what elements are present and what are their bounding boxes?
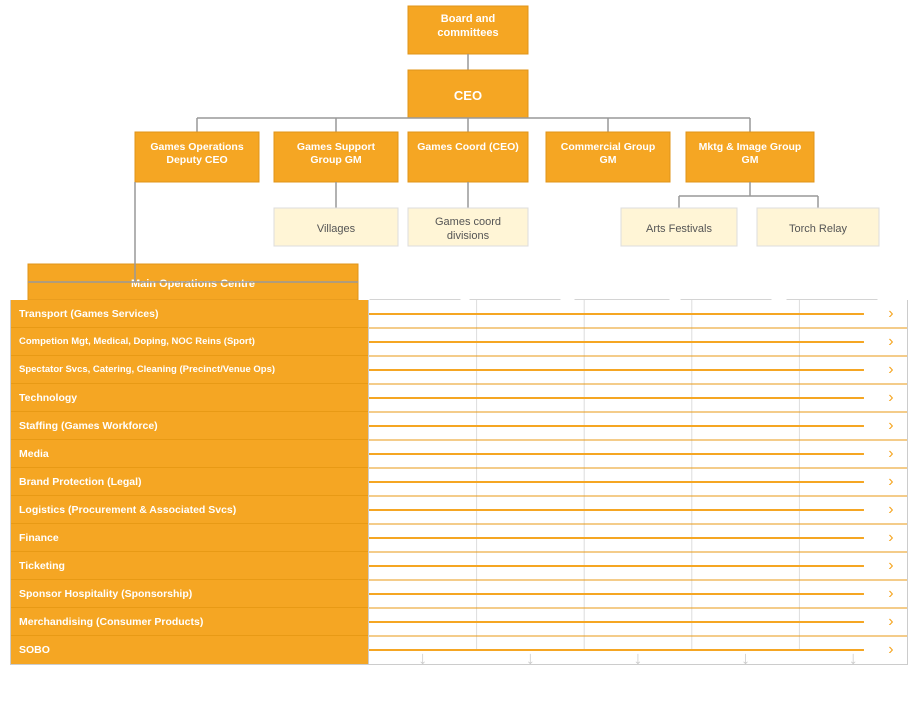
- svg-text:↓: ↓: [741, 648, 750, 664]
- svg-text:›: ›: [888, 585, 893, 602]
- svg-text:↓: ↓: [634, 648, 643, 664]
- functional-grid: › › › › › › ›: [369, 300, 907, 664]
- svg-text:›: ›: [888, 501, 893, 518]
- svg-text:›: ›: [888, 305, 893, 322]
- svg-text:GM: GM: [600, 154, 617, 166]
- svg-text:›: ›: [888, 389, 893, 406]
- svg-text:CEO: CEO: [454, 88, 482, 103]
- svg-text:›: ›: [888, 613, 893, 630]
- svg-text:↓: ↓: [418, 648, 427, 664]
- func-label-spectator: Spectator Svcs, Catering, Cleaning (Prec…: [11, 356, 368, 384]
- svg-text:Board and: Board and: [441, 13, 495, 25]
- functional-section: Transport (Games Services) Competion Mgt…: [10, 300, 908, 665]
- grid-svg: › › › › › › ›: [369, 300, 907, 664]
- org-chart-svg: Board and committees CEO Games Operation…: [0, 0, 918, 300]
- main-container: Board and committees CEO Games Operation…: [0, 0, 918, 665]
- functional-labels: Transport (Games Services) Competion Mgt…: [11, 300, 369, 664]
- func-label-logistics: Logistics (Procurement & Associated Svcs…: [11, 496, 368, 524]
- svg-text:Games Coord (CEO): Games Coord (CEO): [417, 141, 519, 153]
- svg-text:›: ›: [888, 529, 893, 546]
- svg-text:Mktg & Image Group: Mktg & Image Group: [699, 141, 802, 153]
- svg-text:↓: ↓: [849, 648, 858, 664]
- svg-text:Villages: Villages: [317, 223, 356, 235]
- svg-text:›: ›: [888, 361, 893, 378]
- svg-text:GM: GM: [742, 154, 759, 166]
- func-label-media: Media: [11, 440, 368, 468]
- svg-text:divisions: divisions: [447, 230, 490, 242]
- func-label-finance: Finance: [11, 524, 368, 552]
- svg-text:Group GM: Group GM: [310, 154, 362, 166]
- svg-text:↓: ↓: [526, 648, 535, 664]
- func-label-brand: Brand Protection (Legal): [11, 468, 368, 496]
- svg-text:›: ›: [888, 445, 893, 462]
- func-label-competition: Competion Mgt, Medical, Doping, NOC Rein…: [11, 328, 368, 356]
- svg-text:Games Support: Games Support: [297, 141, 376, 153]
- svg-text:Games Operations: Games Operations: [150, 141, 244, 153]
- svg-text:›: ›: [888, 557, 893, 574]
- func-label-staffing: Staffing (Games Workforce): [11, 412, 368, 440]
- func-label-transport: Transport (Games Services): [11, 300, 368, 328]
- func-label-technology: Technology: [11, 384, 368, 412]
- func-label-merch: Merchandising (Consumer Products): [11, 608, 368, 636]
- svg-text:Arts Festivals: Arts Festivals: [646, 223, 713, 235]
- svg-text:Games coord: Games coord: [435, 216, 501, 228]
- svg-text:Deputy CEO: Deputy CEO: [166, 154, 227, 166]
- svg-text:committees: committees: [437, 27, 498, 39]
- func-label-ticketing: Ticketing: [11, 552, 368, 580]
- svg-text:Torch Relay: Torch Relay: [789, 223, 848, 235]
- svg-text:›: ›: [888, 417, 893, 434]
- svg-text:›: ›: [888, 473, 893, 490]
- svg-text:Main Operations Centre: Main Operations Centre: [131, 278, 255, 290]
- svg-text:Commercial Group: Commercial Group: [561, 141, 656, 153]
- svg-text:›: ›: [888, 333, 893, 350]
- svg-text:›: ›: [888, 641, 893, 658]
- func-label-sobo: SOBO: [11, 636, 368, 664]
- func-label-sponsor: Sponsor Hospitality (Sponsorship): [11, 580, 368, 608]
